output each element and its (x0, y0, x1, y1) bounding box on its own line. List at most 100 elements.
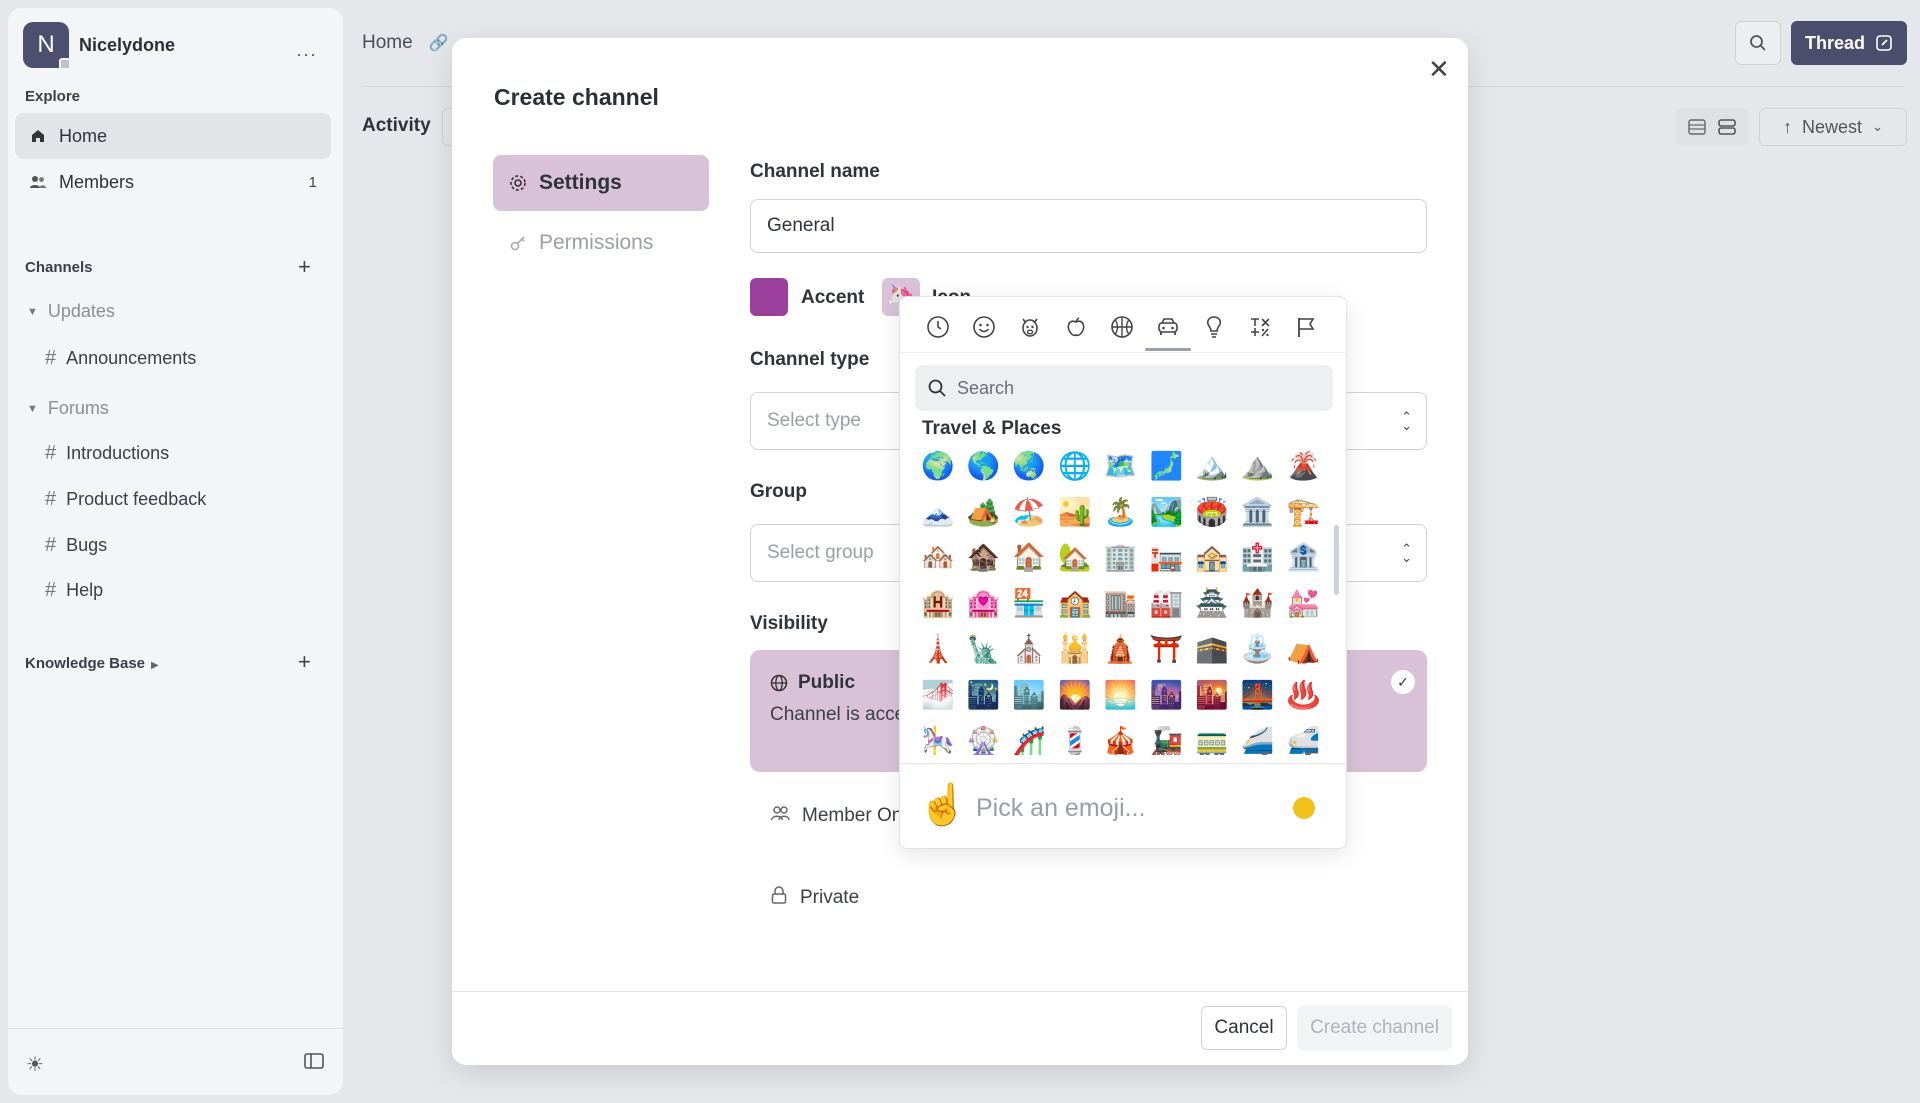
skin-tone-button[interactable] (1293, 797, 1315, 819)
emoji-button[interactable]: 🌉 (1235, 672, 1281, 718)
recent-icon[interactable] (915, 311, 961, 343)
workspace-switcher[interactable]: N Nicelydone (23, 22, 175, 70)
emoji-button[interactable]: 🏘️ (915, 535, 961, 581)
emoji-button[interactable]: 🌆 (1143, 672, 1189, 718)
sidebar-item-home[interactable]: Home (15, 113, 331, 159)
theme-toggle-icon[interactable]: ☀ (26, 1052, 44, 1077)
emoji-button[interactable]: 🏭 (1143, 580, 1189, 626)
emoji-button[interactable]: 🏗️ (1281, 489, 1327, 535)
emoji-button[interactable]: 🌏 (1006, 443, 1052, 489)
visibility-member-only-option[interactable]: Member Only (770, 804, 916, 828)
knowledge-base-section[interactable]: Knowledge Base ▶ (25, 655, 159, 672)
emoji-button[interactable]: 🏬 (1098, 580, 1144, 626)
emoji-button[interactable]: ♨️ (1281, 672, 1327, 718)
emoji-button[interactable]: 🏠 (1006, 535, 1052, 581)
breadcrumb-home[interactable]: Home (362, 32, 413, 54)
emoji-button[interactable]: 💒 (1281, 580, 1327, 626)
emoji-button[interactable]: ⛲ (1235, 626, 1281, 672)
activity-icon[interactable] (1099, 311, 1145, 343)
add-channel-icon[interactable]: + (298, 254, 311, 280)
add-knowledge-base-icon[interactable]: + (298, 649, 311, 675)
emoji-button[interactable]: 🏰 (1235, 580, 1281, 626)
thread-button[interactable]: Thread (1791, 21, 1907, 65)
emoji-button[interactable]: 🗺️ (1098, 443, 1144, 489)
tab-settings[interactable]: Settings (493, 155, 709, 211)
sidebar-item-members[interactable]: Members 1 (15, 159, 331, 205)
emoji-button[interactable]: 🏡 (1052, 535, 1098, 581)
objects-icon[interactable] (1191, 311, 1237, 343)
link-icon[interactable]: 🔗 (429, 33, 449, 53)
emoji-button[interactable]: 🚃 (1189, 718, 1235, 755)
more-options-icon[interactable]: ··· (296, 44, 317, 65)
emoji-button[interactable]: ⛩️ (1143, 626, 1189, 672)
emoji-button[interactable]: 🏝️ (1098, 489, 1144, 535)
search-button[interactable] (1735, 21, 1781, 65)
emoji-button[interactable]: 🗽 (961, 626, 1007, 672)
emoji-button[interactable]: 🏤 (1189, 535, 1235, 581)
emoji-button[interactable]: 🏢 (1098, 535, 1144, 581)
emoji-button[interactable]: 🎠 (915, 718, 961, 755)
view-toggle[interactable] (1676, 108, 1748, 146)
sidebar-item-announcements[interactable]: # Announcements (45, 347, 196, 370)
emoji-button[interactable]: 🏥 (1235, 535, 1281, 581)
close-icon[interactable]: ✕ (1428, 54, 1450, 85)
sidebar-item-help[interactable]: # Help (45, 579, 103, 602)
visibility-private-option[interactable]: Private (770, 886, 859, 910)
emoji-button[interactable]: ⛪ (1006, 626, 1052, 672)
emoji-button[interactable]: 🏪 (1006, 580, 1052, 626)
emoji-button[interactable]: 💈 (1052, 718, 1098, 755)
emoji-button[interactable]: 🏚️ (961, 535, 1007, 581)
scrollbar[interactable] (1334, 525, 1339, 595)
emoji-button[interactable]: 🚅 (1281, 718, 1327, 755)
emoji-button[interactable]: 🌎 (961, 443, 1007, 489)
emoji-button[interactable]: 🚄 (1235, 718, 1281, 755)
emoji-button[interactable]: 🌋 (1281, 443, 1327, 489)
cancel-button[interactable]: Cancel (1201, 1006, 1287, 1050)
emoji-button[interactable]: 🌃 (961, 672, 1007, 718)
emoji-button[interactable]: 🏔️ (1189, 443, 1235, 489)
emoji-button[interactable]: 🗻 (915, 489, 961, 535)
sidebar-item-introductions[interactable]: # Introductions (45, 442, 169, 465)
collapse-sidebar-icon[interactable] (304, 1052, 324, 1076)
channel-name-input[interactable]: General (750, 199, 1427, 253)
emoji-button[interactable]: 🏨 (915, 580, 961, 626)
smileys-icon[interactable] (961, 311, 1007, 343)
emoji-button[interactable]: ⛰️ (1235, 443, 1281, 489)
emoji-button[interactable]: 🏜️ (1052, 489, 1098, 535)
emoji-button[interactable]: 🌁 (915, 672, 961, 718)
accent-color-swatch[interactable] (750, 278, 788, 316)
emoji-button[interactable]: 🏫 (1052, 580, 1098, 626)
emoji-button[interactable]: 🎪 (1098, 718, 1144, 755)
emoji-button[interactable]: 🏛️ (1235, 489, 1281, 535)
emoji-button[interactable]: 🚂 (1143, 718, 1189, 755)
emoji-button[interactable]: 🌇 (1189, 672, 1235, 718)
food-icon[interactable] (1053, 311, 1099, 343)
emoji-button[interactable]: ⛺ (1281, 626, 1327, 672)
emoji-button[interactable]: 🏣 (1143, 535, 1189, 581)
emoji-button[interactable]: 🗾 (1143, 443, 1189, 489)
sort-button[interactable]: ↑ Newest ⌄ (1759, 108, 1907, 146)
emoji-button[interactable]: 🕋 (1189, 626, 1235, 672)
symbols-icon[interactable] (1237, 311, 1283, 343)
emoji-button[interactable]: 🌐 (1052, 443, 1098, 489)
emoji-button[interactable]: 🏙️ (1006, 672, 1052, 718)
emoji-search-input[interactable]: Search (915, 365, 1333, 411)
group-forums[interactable]: ▼ Forums (27, 398, 109, 419)
emoji-button[interactable]: 🌍 (915, 443, 961, 489)
emoji-button[interactable]: 🗼 (915, 626, 961, 672)
emoji-button[interactable]: 🛕 (1098, 626, 1144, 672)
emoji-button[interactable]: 🏞️ (1143, 489, 1189, 535)
create-channel-button[interactable]: Create channel (1297, 1006, 1452, 1050)
flags-icon[interactable] (1283, 311, 1329, 343)
emoji-button[interactable]: 🎡 (961, 718, 1007, 755)
tab-permissions[interactable]: Permissions (493, 221, 709, 265)
emoji-button[interactable]: 🌄 (1052, 672, 1098, 718)
emoji-button[interactable]: 🏦 (1281, 535, 1327, 581)
sidebar-item-bugs[interactable]: # Bugs (45, 534, 107, 557)
animals-icon[interactable] (1007, 311, 1053, 343)
emoji-button[interactable]: 🏟️ (1189, 489, 1235, 535)
travel-icon[interactable] (1145, 311, 1191, 351)
emoji-button[interactable]: 🏩 (961, 580, 1007, 626)
group-updates[interactable]: ▼ Updates (27, 301, 115, 322)
emoji-button[interactable]: 🏖️ (1006, 489, 1052, 535)
